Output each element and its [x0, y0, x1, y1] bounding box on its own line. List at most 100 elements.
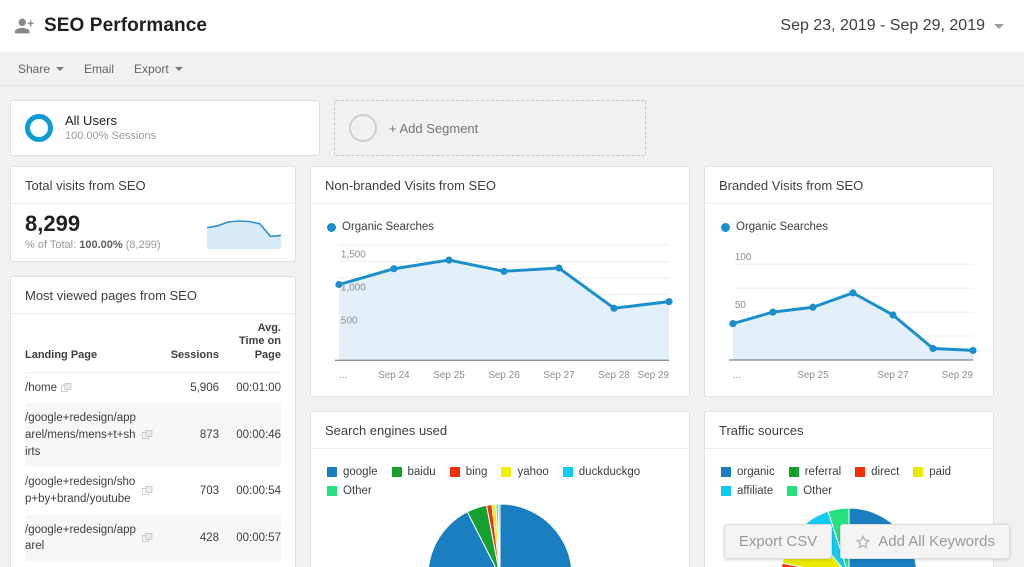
legend-swatch-icon — [327, 467, 337, 478]
export-csv-label: Export CSV — [738, 533, 818, 550]
legend-item[interactable]: organic — [721, 466, 775, 478]
table-row[interactable]: /google+redesign/apparel/mens/mens+t+shi… — [25, 403, 281, 468]
widget-title: Total visits from SEO — [11, 167, 295, 204]
date-range-picker[interactable]: Sep 23, 2019 - Sep 29, 2019 — [772, 14, 1010, 38]
row-landing-page: /home — [25, 372, 157, 403]
empty-ring-icon — [349, 114, 377, 142]
legend-label: google — [343, 466, 378, 479]
row-landing-page: /google+redesign/apparel — [25, 514, 157, 563]
legend-item[interactable]: Organic Searches — [721, 221, 828, 233]
legend-label: baidu — [407, 466, 436, 479]
legend-swatch-icon — [721, 485, 731, 496]
email-label: Email — [84, 61, 115, 76]
non-branded-line-chart: 1,500 1,000 500... Sep 24 Sep 25 Sep 26 Sep 27… — [334, 244, 673, 381]
legend-item[interactable]: Organic Searches — [327, 221, 434, 233]
col-avg-time-line2: Time on — [239, 335, 281, 348]
svg-text:...: ... — [733, 370, 741, 381]
legend-label: bing — [465, 466, 488, 479]
table-row[interactable]: /home 5,906 00:01:00 — [25, 372, 281, 403]
landing-page-url[interactable]: /google+redesign/apparel/mens/mens+t+shi… — [25, 410, 138, 460]
legend-item[interactable]: duckduckgo — [562, 466, 641, 479]
date-range-label: Sep 23, 2019 - Sep 29, 2019 — [780, 17, 985, 34]
legend-item[interactable]: direct — [855, 466, 899, 478]
page-title: SEO Performance — [44, 15, 208, 36]
col-avg-time-on-page[interactable]: Avg. Time on Page — [219, 314, 281, 373]
widget-title: Branded Visits from SEO — [705, 167, 993, 204]
share-button[interactable]: Share — [10, 58, 72, 80]
column-left: Total visits from SEO 8,299 % of Total: … — [10, 166, 296, 567]
widget-non-branded-visits: Non-branded Visits from SEO Organic Sear… — [310, 166, 690, 398]
col-landing-page[interactable]: Landing Page — [25, 314, 157, 373]
legend-item[interactable]: paid — [913, 466, 951, 478]
add-all-keywords-button[interactable]: Add All Keywords — [840, 524, 1010, 559]
landing-page-url[interactable]: /google+redesign/apparel — [25, 522, 138, 555]
open-external-icon[interactable] — [142, 532, 153, 544]
export-button[interactable]: Export — [126, 58, 191, 80]
segment-ring-icon — [25, 114, 53, 142]
segment-all-users[interactable]: All Users 100.00% Sessions — [10, 100, 320, 156]
legend-item[interactable]: referral — [788, 465, 842, 478]
chevron-down-icon — [994, 23, 1004, 29]
widget-grid: Total visits from SEO 8,299 % of Total: … — [0, 166, 1024, 567]
app-header: SEO Performance Sep 23, 2019 - Sep 29, 2… — [0, 0, 1024, 52]
legend-item[interactable]: bing — [449, 466, 488, 479]
landing-page-url[interactable]: /home — [25, 380, 57, 397]
row-sessions: 873 — [157, 403, 219, 468]
widget-search-engines: Search engines used google baidu bing ya… — [310, 411, 690, 567]
email-button[interactable]: Email — [76, 58, 122, 80]
add-all-keywords-label: Add All Keywords — [878, 533, 995, 550]
legend-swatch-icon — [788, 466, 799, 477]
legend-item[interactable]: Other — [787, 485, 832, 497]
open-external-icon[interactable] — [142, 429, 153, 441]
svg-text:Sep 27: Sep 27 — [877, 370, 909, 381]
legend-label: Organic Searches — [342, 221, 435, 233]
row-landing-page: /google+redesign/shop+by+brand/youtube — [25, 467, 157, 514]
pct-value: 100.00% — [79, 239, 123, 252]
add-segment-button[interactable]: + Add Segment — [334, 100, 646, 156]
legend-label: duckduckgo — [578, 466, 641, 479]
floating-action-buttons: Export CSV Add All Keywords — [723, 524, 1010, 559]
legend-label: affiliate — [737, 484, 774, 497]
svg-text:...: ... — [339, 370, 347, 381]
column-middle: Non-branded Visits from SEO Organic Sear… — [310, 166, 690, 567]
add-segment-label: + Add Segment — [389, 120, 479, 136]
person-add-icon[interactable] — [14, 15, 36, 37]
open-external-icon[interactable] — [60, 382, 72, 394]
col-sessions[interactable]: Sessions — [157, 314, 219, 373]
svg-text:Sep 25: Sep 25 — [797, 370, 829, 381]
segment-bar: All Users 100.00% Sessions + Add Segment — [0, 86, 1024, 166]
row-avg-time: 00:00:46 — [219, 403, 281, 468]
legend-label: referral — [804, 465, 842, 478]
widget-most-viewed-pages: Most viewed pages from SEO Landing Page … — [10, 276, 296, 567]
report-toolbar: Share Email Export — [0, 52, 1024, 86]
table-row[interactable]: /google+redesign/apparel 428 00:00:57 — [25, 514, 281, 563]
legend-dot-icon — [721, 222, 730, 232]
col-avg-time-line3: Page — [254, 348, 281, 361]
open-external-icon[interactable] — [142, 485, 153, 497]
landing-page-url[interactable]: /google+redesign/shop+by+brand/youtube — [25, 474, 138, 507]
row-landing-page: /google+redesign/apparel/mens/mens+t+shi… — [25, 403, 157, 468]
export-csv-button[interactable]: Export CSV — [723, 524, 833, 559]
row-sessions: 5,906 — [190, 382, 219, 395]
legend-item[interactable]: affiliate — [721, 485, 773, 497]
column-right: Branded Visits from SEO Organic Searches… — [704, 166, 994, 567]
legend-item[interactable]: baidu — [391, 466, 436, 479]
row-avg-time: 00:00:57 — [219, 514, 281, 563]
table-row[interactable]: /google+redesign/shop+by+brand/youtube 7… — [25, 467, 281, 514]
legend-item[interactable]: yahoo — [501, 466, 549, 478]
legend-swatch-icon — [913, 466, 924, 477]
segment-sessions: 100.00% Sessions — [65, 130, 157, 143]
chart-legend: google baidu bing yahoo duckduckgo Other — [325, 457, 675, 501]
svg-text:Sep 27: Sep 27 — [543, 370, 575, 381]
legend-item[interactable]: google — [327, 466, 378, 478]
row-sessions: 428 — [157, 514, 219, 563]
widget-title: Most viewed pages from SEO — [11, 277, 295, 315]
table-row[interactable]: /google+redesign/accessories/stickers+an… — [25, 562, 281, 567]
legend-label: direct — [871, 465, 900, 478]
legend-swatch-icon — [855, 466, 866, 477]
star-icon — [856, 534, 871, 549]
widget-title: Search engines used — [311, 412, 689, 450]
legend-swatch-icon — [327, 486, 337, 497]
legend-item[interactable]: Other — [327, 485, 372, 497]
legend-dot-icon — [327, 222, 336, 232]
